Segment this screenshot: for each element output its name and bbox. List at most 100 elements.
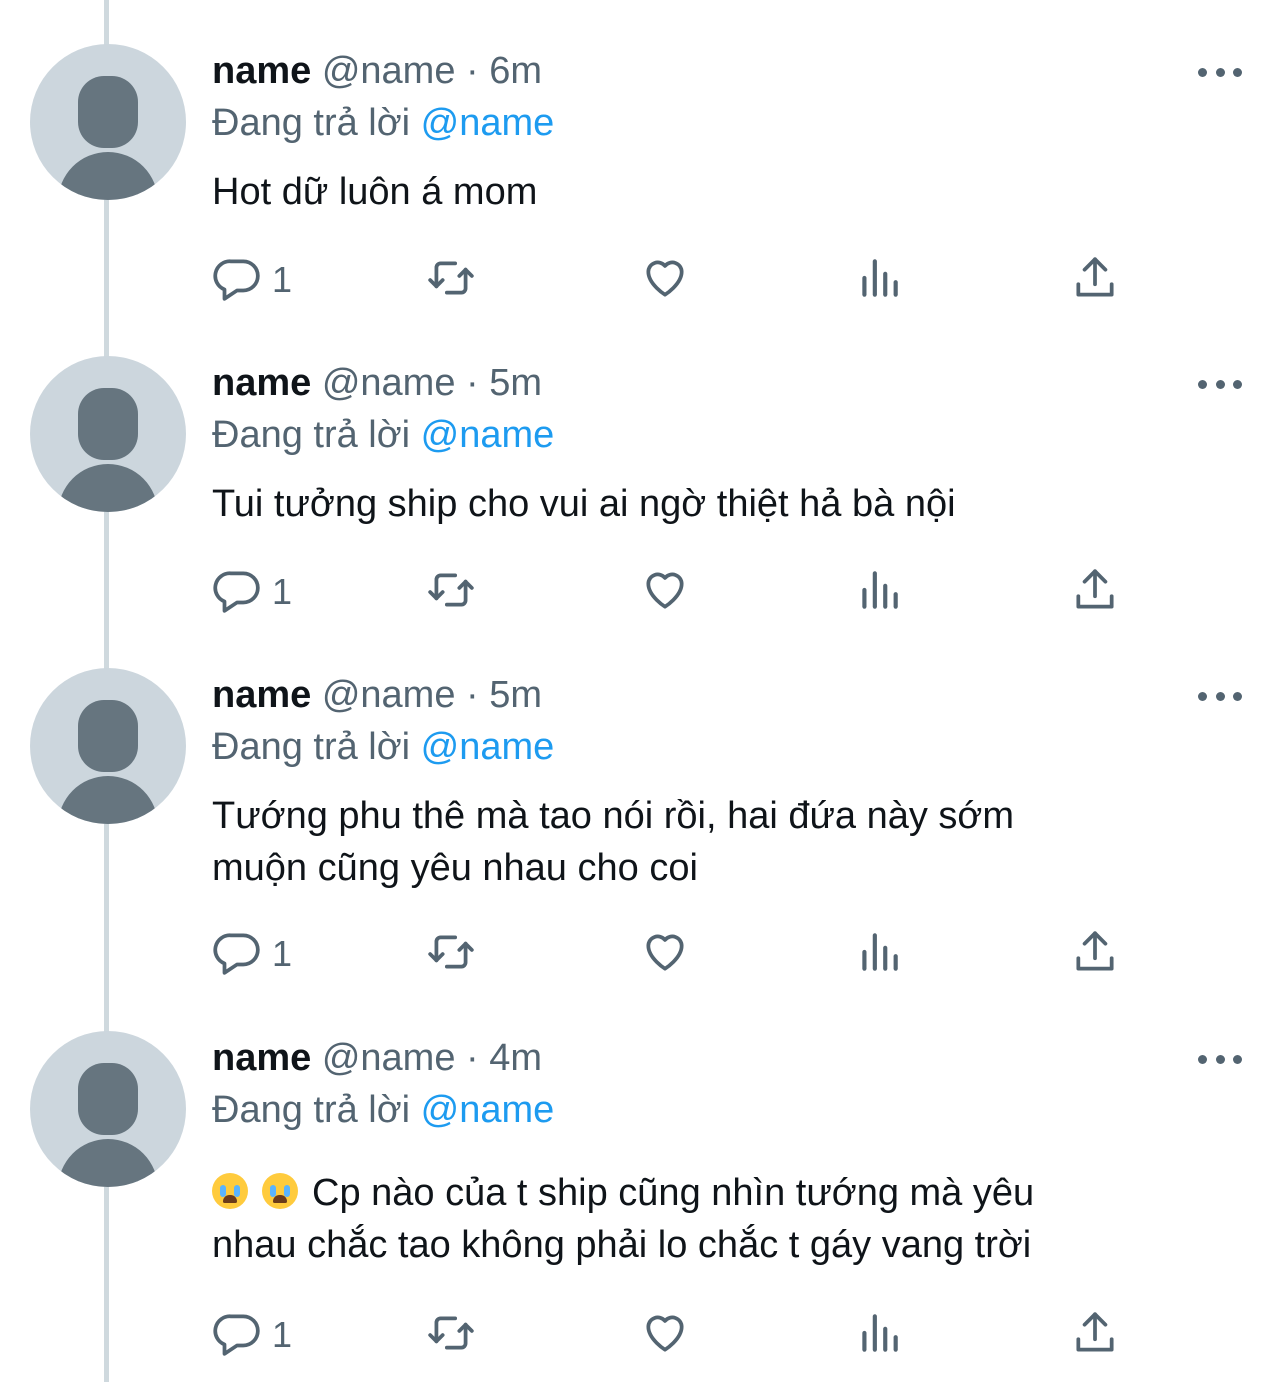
- reply-button[interactable]: 1: [212, 926, 292, 982]
- timestamp[interactable]: 6m: [489, 50, 542, 92]
- views-button[interactable]: [854, 926, 904, 982]
- display-name[interactable]: name: [212, 674, 311, 716]
- mention-link[interactable]: @name: [421, 726, 555, 768]
- like-button[interactable]: [640, 926, 690, 982]
- retweet-button[interactable]: [426, 252, 476, 308]
- share-icon: [1070, 565, 1120, 620]
- tweet-actions: 1: [212, 252, 1232, 312]
- reply-count: 1: [272, 1314, 293, 1355]
- retweet-button[interactable]: [426, 926, 476, 982]
- views-button[interactable]: [854, 252, 904, 308]
- reply-button[interactable]: 1: [212, 252, 292, 308]
- tweet-text: Tướng phu thê mà tao nói rồi, hai đứa nà…: [212, 790, 1222, 894]
- user-handle[interactable]: @name: [322, 674, 456, 716]
- like-icon: [640, 253, 690, 308]
- like-button[interactable]: [640, 1307, 690, 1363]
- share-button[interactable]: [1070, 926, 1120, 982]
- tweet-actions: 1: [212, 926, 1232, 986]
- mention-link[interactable]: @name: [421, 1089, 555, 1131]
- display-name[interactable]: name: [212, 1037, 311, 1079]
- tweet-text: Hot dữ luôn á mom: [212, 166, 1222, 218]
- user-handle[interactable]: @name: [322, 50, 456, 92]
- views-icon: [854, 565, 904, 620]
- reply-button[interactable]: 1: [212, 564, 292, 620]
- like-button[interactable]: [640, 252, 690, 308]
- views-icon: [854, 927, 904, 982]
- avatar[interactable]: [30, 668, 186, 824]
- retweet-icon: [426, 927, 476, 982]
- mention-link[interactable]: @name: [421, 102, 555, 144]
- share-icon: [1070, 1308, 1120, 1363]
- replying-prefix: Đang trả lời: [212, 726, 411, 768]
- views-icon: [854, 1308, 904, 1363]
- more-icon[interactable]: [1198, 1049, 1242, 1069]
- separator-dot: ·: [466, 1037, 479, 1079]
- more-icon[interactable]: [1198, 62, 1242, 82]
- tweet-header: name @name · 5m: [212, 670, 542, 720]
- tweet-text: Cp nào của t ship cũng nhìn tướng mà yêu…: [212, 1167, 1222, 1271]
- tweet-actions: 1: [212, 1307, 1232, 1367]
- tweet-text-line: Cp nào của t ship cũng nhìn tướng mà yêu: [212, 1167, 1222, 1219]
- reply-count: 1: [272, 259, 293, 300]
- retweet-icon: [426, 1308, 476, 1363]
- tweet-text-line: Hot dữ luôn á mom: [212, 171, 538, 213]
- display-name[interactable]: name: [212, 362, 311, 404]
- views-button[interactable]: [854, 1307, 904, 1363]
- retweet-button[interactable]: [426, 1307, 476, 1363]
- display-name[interactable]: name: [212, 50, 311, 92]
- avatar[interactable]: [30, 44, 186, 200]
- like-icon: [640, 1308, 690, 1363]
- separator-dot: ·: [466, 362, 479, 404]
- tweet-header: name @name · 5m: [212, 358, 542, 408]
- tweet-text-line: nhau chắc tao không phải lo chắc t gáy v…: [212, 1224, 1032, 1266]
- reply-icon: [212, 253, 262, 308]
- like-icon: [640, 565, 690, 620]
- retweet-button[interactable]: [426, 564, 476, 620]
- tweet-text: Tui tưởng ship cho vui ai ngờ thiệt hả b…: [212, 478, 1222, 530]
- views-icon: [854, 253, 904, 308]
- retweet-icon: [426, 565, 476, 620]
- reply-button[interactable]: 1: [212, 1307, 292, 1363]
- like-button[interactable]: [640, 564, 690, 620]
- timestamp[interactable]: 5m: [489, 674, 542, 716]
- share-button[interactable]: [1070, 252, 1120, 308]
- user-handle[interactable]: @name: [322, 362, 456, 404]
- share-icon: [1070, 253, 1120, 308]
- mention-link[interactable]: @name: [421, 414, 555, 456]
- share-button[interactable]: [1070, 564, 1120, 620]
- replying-to-line: Đang trả lời @name: [212, 1085, 554, 1135]
- views-button[interactable]: [854, 564, 904, 620]
- avatar[interactable]: [30, 1031, 186, 1187]
- timestamp[interactable]: 4m: [489, 1037, 542, 1079]
- avatar[interactable]: [30, 356, 186, 512]
- reply-icon: [212, 565, 262, 620]
- separator-dot: ·: [466, 50, 479, 92]
- replying-prefix: Đang trả lời: [212, 1089, 411, 1131]
- tweet-text-line: Tui tưởng ship cho vui ai ngờ thiệt hả b…: [212, 483, 956, 525]
- replying-to-line: Đang trả lời @name: [212, 410, 554, 460]
- tweet-text-line: Tướng phu thê mà tao nói rồi, hai đứa nà…: [212, 795, 1015, 837]
- share-icon: [1070, 927, 1120, 982]
- tweet-header: name @name · 6m: [212, 46, 542, 96]
- replying-to-line: Đang trả lời @name: [212, 722, 554, 772]
- replying-prefix: Đang trả lời: [212, 414, 411, 456]
- replying-prefix: Đang trả lời: [212, 102, 411, 144]
- share-button[interactable]: [1070, 1307, 1120, 1363]
- reply-count: 1: [272, 571, 293, 612]
- reply-icon: [212, 927, 262, 982]
- user-handle[interactable]: @name: [322, 1037, 456, 1079]
- tweet-header: name @name · 4m: [212, 1033, 542, 1083]
- tweet-text-line-content: Cp nào của t ship cũng nhìn tướng mà yêu: [312, 1172, 1035, 1214]
- separator-dot: ·: [466, 674, 479, 716]
- crying-face-emoji: [212, 1173, 248, 1209]
- retweet-icon: [426, 253, 476, 308]
- replying-to-line: Đang trả lời @name: [212, 98, 554, 148]
- timestamp[interactable]: 5m: [489, 362, 542, 404]
- tweet-text-line: muộn cũng yêu nhau cho coi: [212, 847, 698, 889]
- crying-face-emoji: [262, 1173, 298, 1209]
- like-icon: [640, 927, 690, 982]
- tweet-actions: 1: [212, 564, 1232, 624]
- more-icon[interactable]: [1198, 374, 1242, 394]
- reply-count: 1: [272, 933, 293, 974]
- more-icon[interactable]: [1198, 686, 1242, 706]
